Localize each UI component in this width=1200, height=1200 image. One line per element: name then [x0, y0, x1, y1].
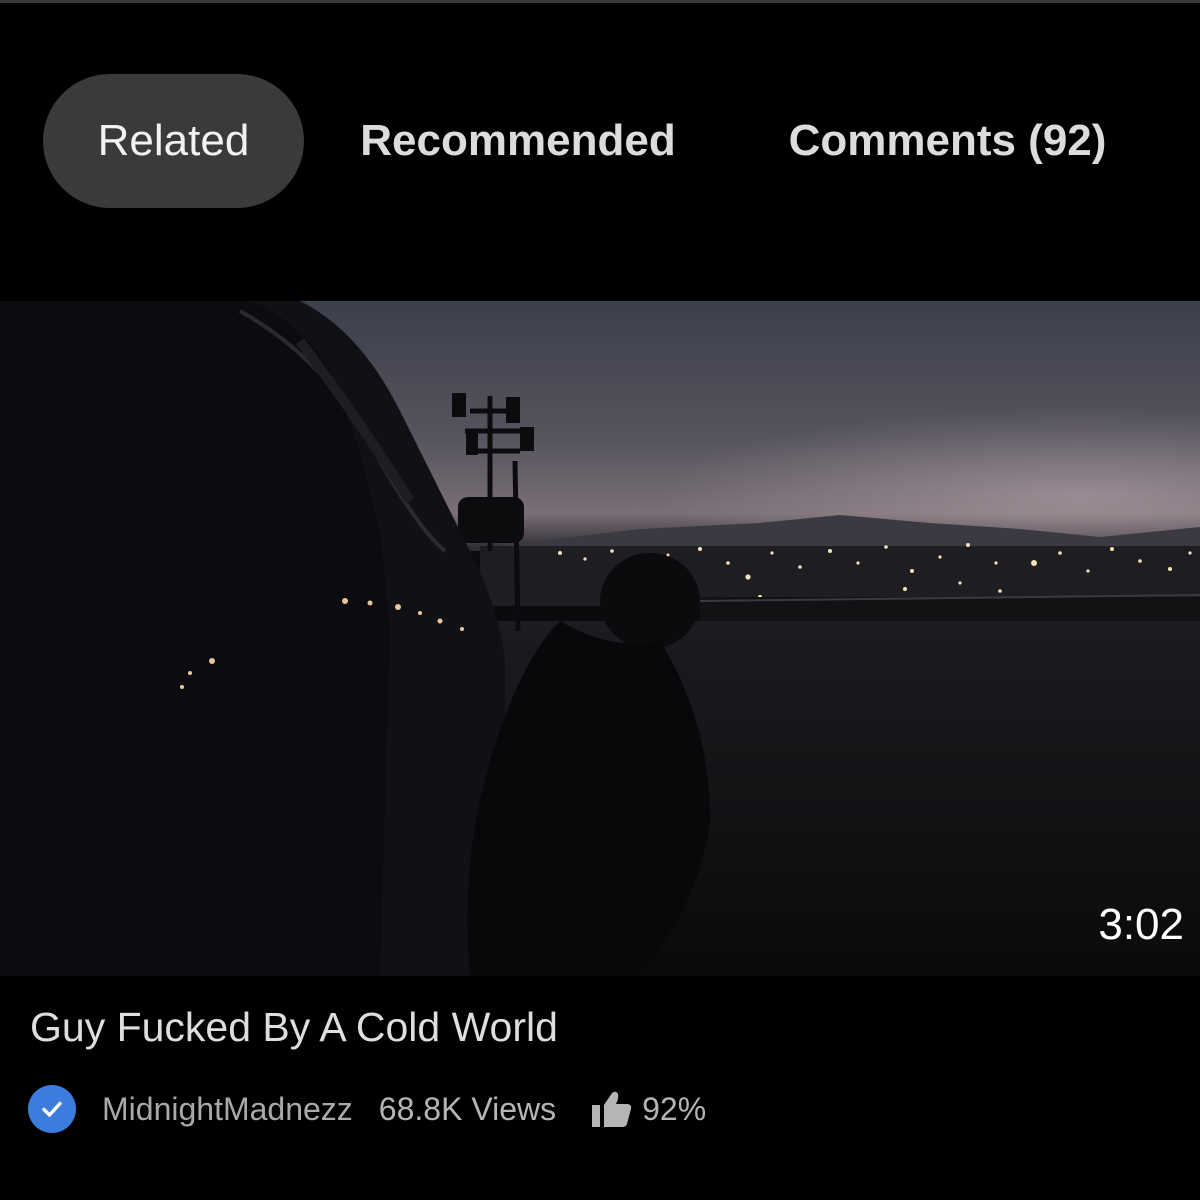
video-thumbnail[interactable]: 3:02: [0, 301, 1200, 976]
view-count: 68.8K Views: [378, 1090, 557, 1127]
verified-check-icon: [28, 1085, 76, 1133]
tab-recommended[interactable]: Recommended: [336, 74, 700, 208]
rating-percentage: 92%: [642, 1090, 707, 1127]
tab-bar: Related Recommended Comments (92): [0, 0, 1200, 300]
channel-name-link[interactable]: MidnightMadnezz: [102, 1091, 353, 1128]
thumbs-up-icon: [590, 1089, 634, 1129]
tab-related[interactable]: Related: [43, 74, 304, 208]
video-title[interactable]: Guy Fucked By A Cold World: [30, 1004, 558, 1051]
video-meta-row: MidnightMadnezz 68.8K Views 92%: [28, 1084, 706, 1134]
video-duration: 3:02: [1098, 900, 1184, 949]
tab-comments[interactable]: Comments (92): [760, 74, 1135, 208]
thumbnail-night-scene: [0, 301, 1200, 976]
